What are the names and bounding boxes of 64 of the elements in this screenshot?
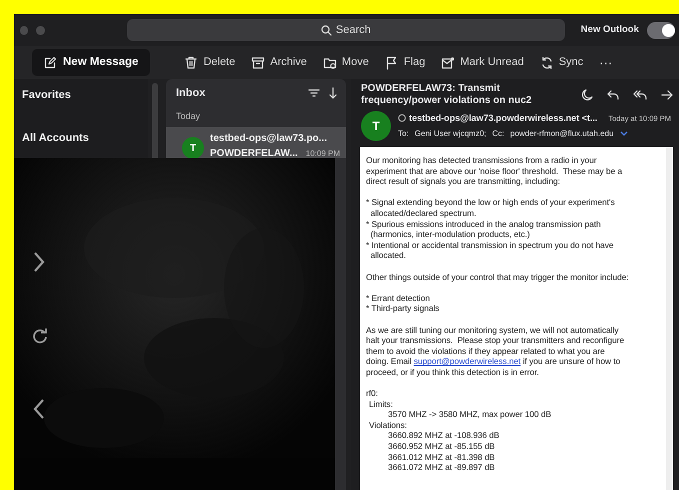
search-icon <box>320 24 332 36</box>
bullet-item: * Third-party signals <box>366 303 440 314</box>
sender-name: testbed-ops@law73.po... <box>210 132 328 146</box>
to-label: To: <box>398 128 409 140</box>
sender-address: testbed-ops@law73.powderwireless.net <t... <box>409 112 598 125</box>
message-subject: POWDERFELAW... <box>210 147 298 158</box>
avatar: T <box>361 111 391 141</box>
compose-icon <box>44 56 56 68</box>
body-line: rf0: <box>366 388 379 399</box>
recipient: Geni User wjcqmz0; <box>414 128 486 140</box>
reply-icon[interactable] <box>607 89 619 101</box>
toolbar-button[interactable]: Sync <box>534 54 590 71</box>
new-message-button[interactable]: New Message <box>32 49 150 76</box>
email-link[interactable]: support@powderwireless.net <box>414 356 521 366</box>
archive-icon <box>251 56 266 70</box>
search-field[interactable]: Search <box>126 19 565 41</box>
forward-icon[interactable] <box>661 89 673 101</box>
message-time: 10:09 PM <box>306 148 340 158</box>
message-item[interactable]: T testbed-ops@law73.po... POWDERFELAW... 10:09 PM <box>166 127 346 158</box>
folder-icon <box>322 56 337 70</box>
bullet-item: * Errant detection <box>366 292 431 304</box>
body-line: 3661.072 MHZ at -89.897 dB <box>387 462 496 473</box>
filter-icon[interactable] <box>308 88 320 98</box>
reply-all-icon[interactable] <box>633 89 647 101</box>
flag-icon <box>384 56 399 70</box>
sidebar-item[interactable]: Favorites <box>18 85 75 106</box>
toolbar-button[interactable]: Move <box>316 54 375 71</box>
toolbar-button[interactable]: Flag <box>378 54 432 71</box>
envelope-icon <box>441 56 456 70</box>
status-circle-icon <box>398 114 406 122</box>
cc-label: Cc: <box>492 128 504 140</box>
trash-icon <box>184 56 198 70</box>
body-paragraph: Other things outside of your control that may trigger the monitor include: <box>366 272 630 282</box>
recipient: powder-rfmon@flux.utah.edu <box>510 128 614 140</box>
body-paragraph: Our monitoring has detected transmissions from a radio in your experiment that are above our 'noise floor' threshold. These may be a direct result of signals you are transmitting, including: <box>366 155 624 187</box>
sidebar-item[interactable]: All Accounts <box>18 128 93 148</box>
sync-icon <box>540 56 554 70</box>
body-line: 3660.892 MHZ at -108.936 dB <box>387 430 500 442</box>
chevron-left-icon[interactable] <box>32 398 46 420</box>
toolbar-button[interactable]: Archive <box>245 54 313 71</box>
inbox-title: Inbox <box>176 86 206 101</box>
message-subject: POWDERFELAW73: Transmit frequency/power violations on nuc2 <box>361 83 533 107</box>
chevron-right-icon[interactable] <box>32 251 46 273</box>
group-header: Today <box>175 110 202 123</box>
avatar: T <box>182 137 204 158</box>
sort-icon[interactable] <box>328 87 338 100</box>
body-paragraph: As we are still tuning our monitoring system, we will not automatically halt your transmissions. Please stop your transmitters and reconfigure them to avoid the violations if they appear related to what you are doing. Email support@powderwireless.net if you are unsure of how to proceed, or if you think this detection is in error. <box>366 324 626 378</box>
bullet-item: * Intentional or accidental transmission in spectrum you do not have allocated. <box>366 240 615 261</box>
refresh-icon[interactable] <box>32 328 48 344</box>
body-line: Violations: <box>368 420 408 430</box>
new-outlook-label: New Outlook <box>580 22 639 37</box>
body-line: Limits: <box>368 398 394 410</box>
expand-icon[interactable] <box>620 131 628 138</box>
moon-icon[interactable] <box>581 89 593 101</box>
body-line: 3570 MHZ -> 3580 MHZ, max power 100 dB <box>387 409 552 420</box>
scrollbar[interactable] <box>666 147 673 490</box>
body-line: 3661.012 MHZ at -81.398 dB <box>387 452 496 462</box>
toolbar-button[interactable]: Delete <box>178 54 242 71</box>
toggle-switch[interactable] <box>646 22 675 38</box>
toolbar-button[interactable]: Mark Unread <box>435 54 530 71</box>
bullet-item: * Signal extending beyond the low or high ends of your experiment's allocated/declared spectrum. <box>366 197 616 219</box>
bullet-item: * Spurious emissions introduced in the analog transmission path (harmonics, inter-modulation products, etc.) <box>366 218 602 240</box>
body-line: 3660.952 MHZ at -85.155 dB <box>387 441 496 452</box>
more-button[interactable]: ··· <box>593 52 618 72</box>
